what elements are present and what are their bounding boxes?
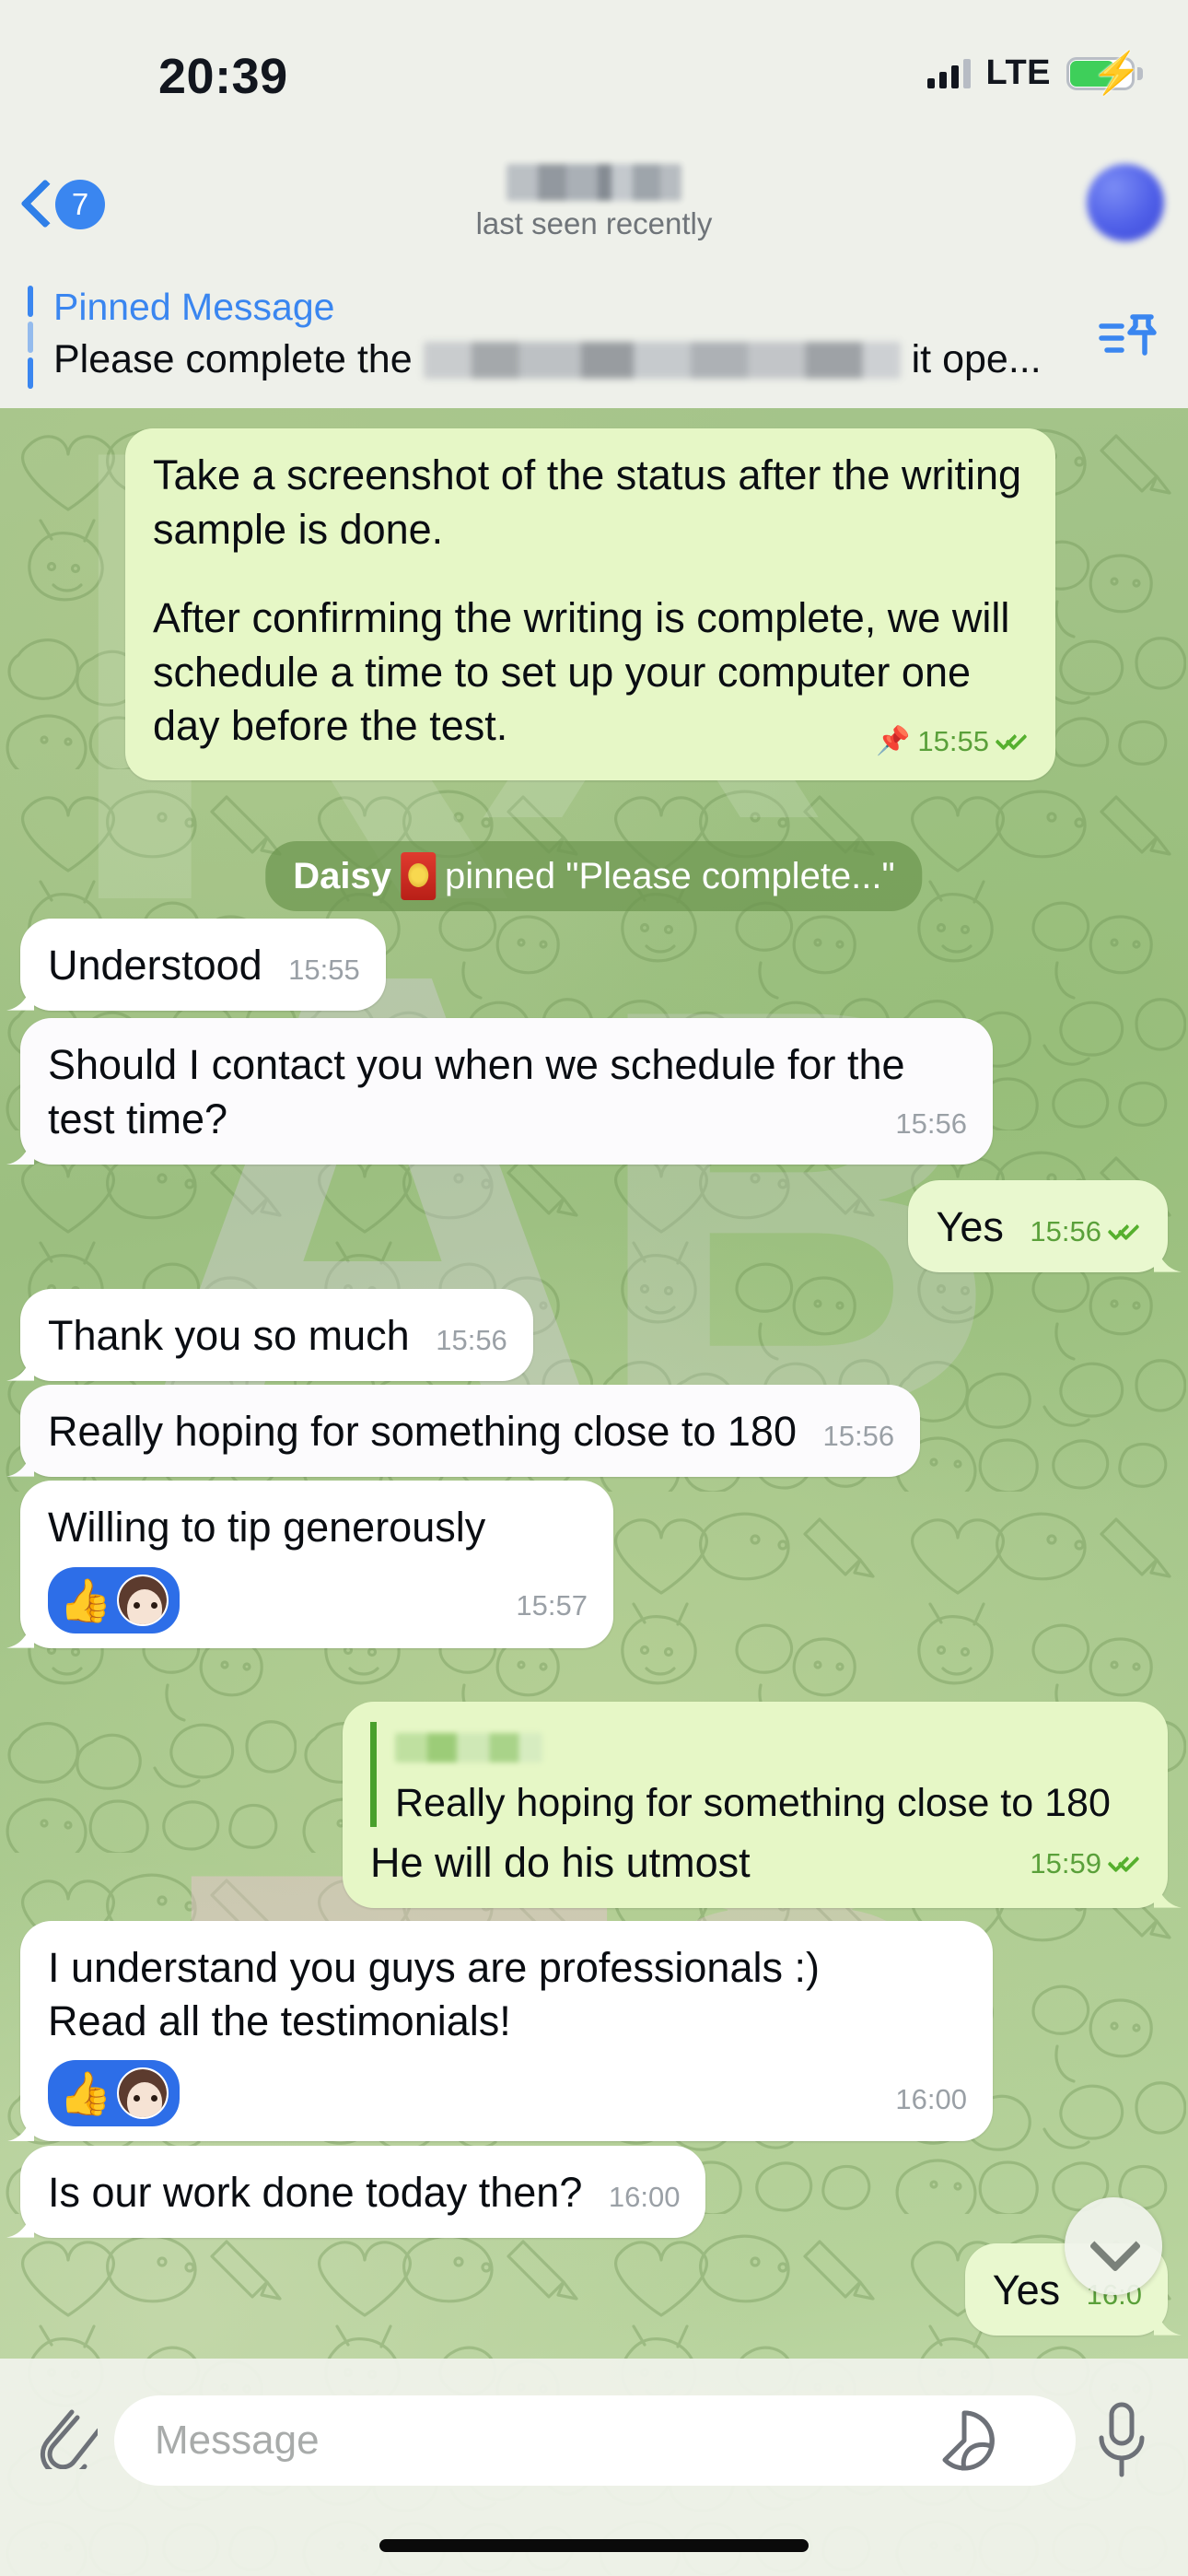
pinned-message-preview: Please complete the it ope... [53, 337, 1042, 382]
message-bubble-incoming[interactable]: Thank you so much 15:56 [20, 1289, 533, 1381]
chat-header: 7 last seen recently [0, 147, 1188, 265]
chevron-down-icon [1093, 2226, 1134, 2266]
message-time: 16:00 [608, 2181, 681, 2213]
home-indicator [379, 2539, 809, 2552]
service-action: pinned "Please complete..." [445, 855, 895, 896]
message-text-line: I understand you guys are professionals … [48, 1944, 820, 1991]
pinned-preview-text-after: it ope... [911, 337, 1042, 381]
message-row[interactable]: Thank you so much 15:56 [20, 1289, 533, 1381]
message-meta: 15:59 [1030, 1845, 1142, 1882]
reply-quote-sender-redacted [395, 1733, 542, 1762]
read-receipt-icon [996, 732, 1030, 752]
message-bubble-outgoing[interactable]: Really hoping for something close to 180… [343, 1702, 1168, 1908]
message-text-line: Read all the testimonials! [48, 1996, 511, 2044]
message-paragraph: Take a screenshot of the status after th… [153, 451, 1022, 553]
message-text: Really hoping for something close to 180 [48, 1408, 797, 1455]
red-envelope-icon [401, 852, 437, 900]
paperclip-icon[interactable] [31, 2397, 98, 2469]
message-input-bar: Message [0, 2359, 1188, 2576]
message-row[interactable]: Yes 15:56 [908, 1180, 1168, 1272]
reaction-pill[interactable]: 👍 [48, 2060, 181, 2127]
network-type-label: LTE [985, 53, 1051, 92]
pinned-message-title: Pinned Message [53, 286, 335, 328]
message-row[interactable]: I understand you guys are professionals … [20, 1921, 993, 2142]
message-list[interactable]: Take a screenshot of the status after th… [0, 408, 1188, 2576]
pinned-preview-text-before: Please complete the [53, 337, 413, 381]
message-row[interactable]: Willing to tip generously 👍 15:57 [20, 1481, 613, 1648]
message-time: 15:56 [895, 1107, 967, 1140]
message-bubble-incoming[interactable]: Understood 15:55 [20, 919, 386, 1011]
status-bar: 20:39 LTE ⚡ [0, 0, 1188, 147]
message-meta: 15:56 [1030, 1213, 1142, 1250]
bubble-footer: 👍 15:57 [48, 1554, 588, 1633]
message-text: Understood [48, 942, 262, 989]
reply-quote-text: Really hoping for something close to 180 [395, 1780, 1111, 1825]
microphone-icon[interactable] [1094, 2401, 1149, 2480]
sticker-icon[interactable] [934, 2410, 995, 2471]
scroll-to-bottom-button[interactable] [1065, 2197, 1162, 2295]
message-text: Should I contact you when we schedule fo… [48, 1041, 905, 1142]
message-text: Yes [992, 2266, 1061, 2313]
message-bubble-incoming[interactable]: Willing to tip generously 👍 15:57 [20, 1481, 613, 1648]
message-bubble-incoming[interactable]: Really hoping for something close to 180… [20, 1385, 921, 1477]
message-time: 15:56 [1030, 1215, 1101, 1247]
battery-charging-icon: ⚡ [1066, 53, 1143, 93]
message-time: 16:00 [895, 2082, 967, 2115]
pinned-index-rail [28, 286, 33, 389]
message-row[interactable]: Should I contact you when we schedule fo… [20, 1018, 993, 1165]
message-bubble-incoming[interactable]: Is our work done today then? 16:00 [20, 2146, 706, 2238]
read-receipt-icon [1109, 1854, 1142, 1874]
reaction-avatar [117, 1574, 169, 1626]
message-bubble-outgoing[interactable]: Take a screenshot of the status after th… [125, 428, 1055, 781]
message-row[interactable]: Really hoping for something close to 180… [343, 1702, 1168, 1908]
message-time: 15:56 [822, 1420, 895, 1452]
message-text: He will do his utmost [370, 1839, 751, 1887]
thumbs-up-icon: 👍 [59, 1575, 112, 1624]
message-row[interactable]: Is our work done today then? 16:00 [20, 2146, 706, 2238]
avatar[interactable] [1087, 164, 1164, 241]
reaction-pill[interactable]: 👍 [48, 1566, 181, 1633]
service-actor: Daisy [293, 855, 392, 896]
read-receipt-icon [1109, 1222, 1142, 1242]
bubble-footer: 👍 16:00 [48, 2047, 967, 2127]
reaction-avatar [117, 2067, 169, 2120]
message-input-placeholder: Message [155, 2418, 320, 2463]
service-message-pinned[interactable]: Daisy pinned "Please complete..." [265, 841, 923, 911]
message-time: 15:56 [436, 1324, 507, 1356]
pinned-messages-icon[interactable] [1098, 310, 1159, 365]
message-bubble-incoming[interactable]: Should I contact you when we schedule fo… [20, 1018, 993, 1165]
status-bar-indicators: LTE ⚡ [926, 53, 1143, 93]
contact-name-redacted [507, 164, 681, 201]
message-row[interactable]: Really hoping for something close to 180… [20, 1385, 921, 1477]
pinned-indicator-icon: 📌 [876, 725, 911, 756]
message-time: 15:55 [288, 954, 360, 986]
message-time: 15:57 [516, 1588, 588, 1622]
chat-title-block[interactable]: last seen recently [0, 164, 1188, 241]
status-bar-clock: 20:39 [158, 49, 288, 104]
cellular-signal-icon [926, 58, 971, 88]
message-text: Yes [936, 1203, 1004, 1250]
message-text: Thank you so much [48, 1312, 410, 1359]
message-time: 15:59 [1030, 1847, 1101, 1880]
pinned-message-bar[interactable]: Pinned Message Please complete the it op… [0, 265, 1188, 408]
pinned-preview-redacted [423, 341, 901, 379]
message-row[interactable]: Understood 15:55 [20, 919, 386, 1011]
message-bubble-outgoing[interactable]: Yes 15:56 [908, 1180, 1168, 1272]
contact-status-label: last seen recently [475, 206, 713, 240]
reply-quote[interactable]: Really hoping for something close to 180 [370, 1722, 1142, 1828]
message-time: 15:55 [917, 724, 989, 757]
message-text: Willing to tip generously [48, 1504, 486, 1551]
message-text: Is our work done today then? [48, 2169, 583, 2216]
message-bubble-incoming[interactable]: I understand you guys are professionals … [20, 1921, 993, 2142]
message-input-field[interactable]: Message [114, 2395, 1076, 2486]
thumbs-up-icon: 👍 [59, 2069, 112, 2118]
message-row[interactable]: Take a screenshot of the status after th… [125, 428, 1055, 781]
